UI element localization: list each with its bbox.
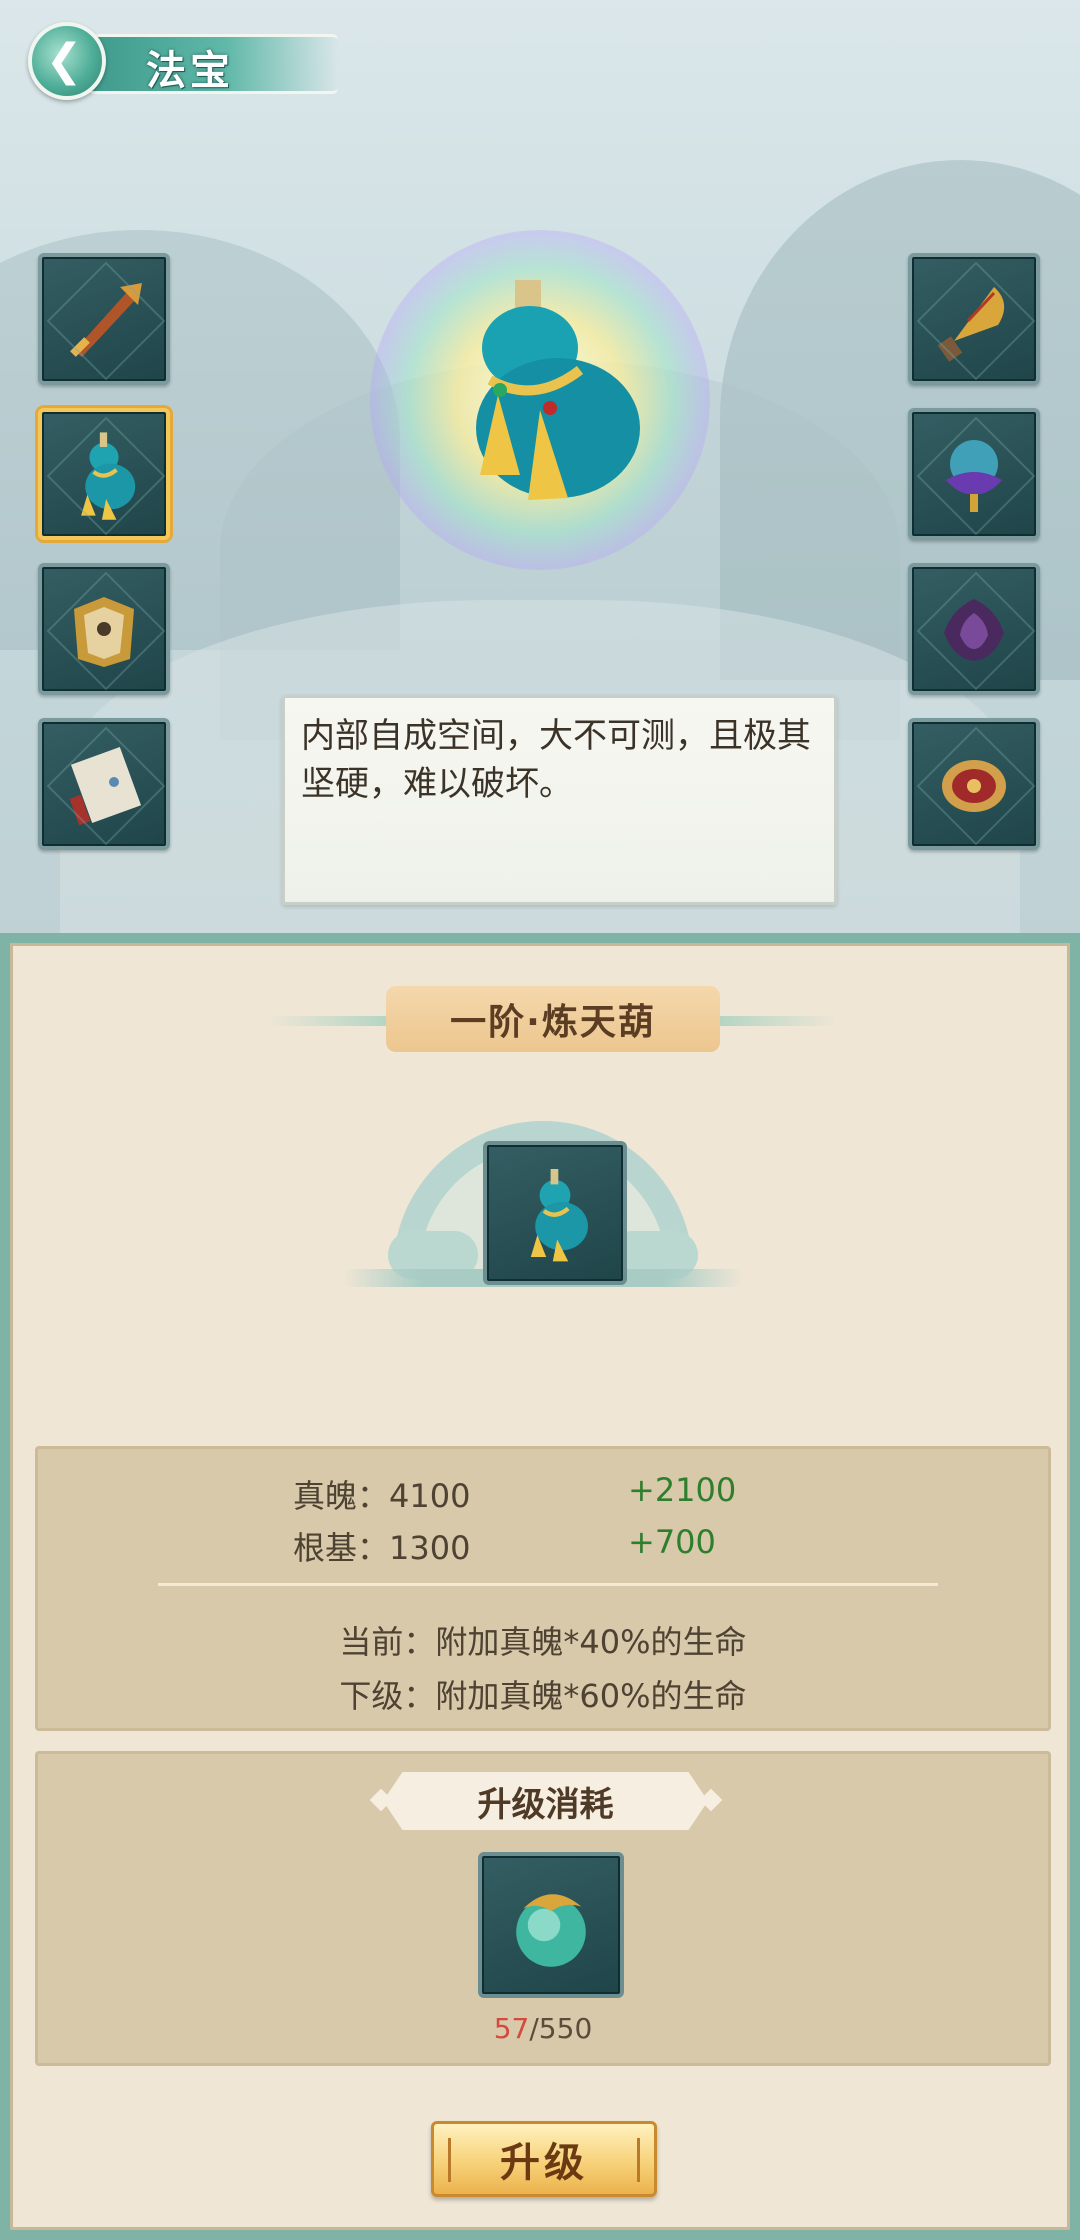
stat-row: 真魄：4100 +2100 xyxy=(38,1471,1048,1515)
scene-background: 法宝 ❮ 内部自成空间，大不可测，且极其坚硬，难以破坏。 xyxy=(0,0,1080,935)
next-effect: 下级：附加真魄*60%的生命 xyxy=(339,1677,747,1715)
back-button[interactable]: ❮ xyxy=(28,22,106,100)
treasure-slot-gourd[interactable] xyxy=(38,408,170,540)
back-arrow-icon: ❮ xyxy=(45,35,83,86)
gourd-treasure-icon xyxy=(81,432,136,520)
jade-orb-treasure-icon xyxy=(946,440,1002,512)
treasure-slot-sword[interactable] xyxy=(38,253,170,385)
upgrade-cost-box: 升级消耗 57/550 xyxy=(35,1751,1051,2066)
title-bar: 法宝 ❮ xyxy=(28,22,338,100)
cost-title-banner: 升级消耗 xyxy=(383,1772,708,1830)
cost-title: 升级消耗 xyxy=(477,1784,614,1825)
detail-panel: 一阶·炼天葫 真魄：4100 +2100 根基：1300 +700 当前：附加真… xyxy=(0,933,1080,2240)
stat-bonus: +2100 xyxy=(628,1471,737,1509)
treasure-showcase xyxy=(370,230,710,570)
material-count: 57/550 xyxy=(38,2012,1048,2045)
material-slot[interactable] xyxy=(478,1852,624,1998)
fan-treasure-icon xyxy=(937,287,1005,362)
treasure-description: 内部自成空间，大不可测，且极其坚硬，难以破坏。 xyxy=(301,716,811,804)
treasure-slot-fan[interactable] xyxy=(908,253,1040,385)
stat-value: 根基：1300 xyxy=(293,1529,471,1567)
spirit-orb-icon xyxy=(516,1894,586,1967)
upgrade-button[interactable]: 升级 xyxy=(431,2121,657,2197)
stat-value: 真魄：4100 xyxy=(293,1477,471,1515)
treasure-slot-scroll[interactable] xyxy=(38,718,170,850)
gourd-treasure-icon xyxy=(530,1169,588,1262)
item-name-plate: 一阶·炼天葫 xyxy=(386,986,720,1052)
sword-treasure-icon xyxy=(70,283,142,357)
treasure-slot-armor[interactable] xyxy=(38,563,170,695)
gourd-showcase-icon xyxy=(476,280,640,500)
purple-lotus-treasure-icon xyxy=(944,599,1004,661)
divider xyxy=(158,1583,938,1586)
current-effect: 当前：附加真魄*40%的生命 xyxy=(339,1623,747,1661)
treasure-slot-jade-orb[interactable] xyxy=(908,408,1040,540)
red-orb-treasure-icon xyxy=(942,760,1006,812)
description-box: 内部自成空间，大不可测，且极其坚硬，难以破坏。 xyxy=(282,695,837,905)
upgrade-button-label: 升级 xyxy=(500,2140,588,2186)
treasure-slot-lotus[interactable] xyxy=(908,563,1040,695)
selected-item-slot xyxy=(483,1141,627,1285)
golden-armor-treasure-icon xyxy=(74,597,134,667)
stat-bonus: +700 xyxy=(628,1523,716,1561)
item-name: 一阶·炼天葫 xyxy=(450,1002,656,1043)
stats-box: 真魄：4100 +2100 根基：1300 +700 当前：附加真魄*40%的生… xyxy=(35,1446,1051,1731)
page-title: 法宝 xyxy=(146,48,234,94)
stat-row: 根基：1300 +700 xyxy=(38,1523,1048,1567)
detail-panel-inner: 一阶·炼天葫 真魄：4100 +2100 根基：1300 +700 当前：附加真… xyxy=(10,943,1070,2230)
scroll-treasure-icon xyxy=(69,746,142,826)
item-name-banner: 一阶·炼天葫 xyxy=(268,986,838,1056)
material-required: /550 xyxy=(529,2012,593,2045)
treasure-slot-red-orb[interactable] xyxy=(908,718,1040,850)
item-altar xyxy=(333,1121,753,1291)
material-owned: 57 xyxy=(493,2012,530,2045)
